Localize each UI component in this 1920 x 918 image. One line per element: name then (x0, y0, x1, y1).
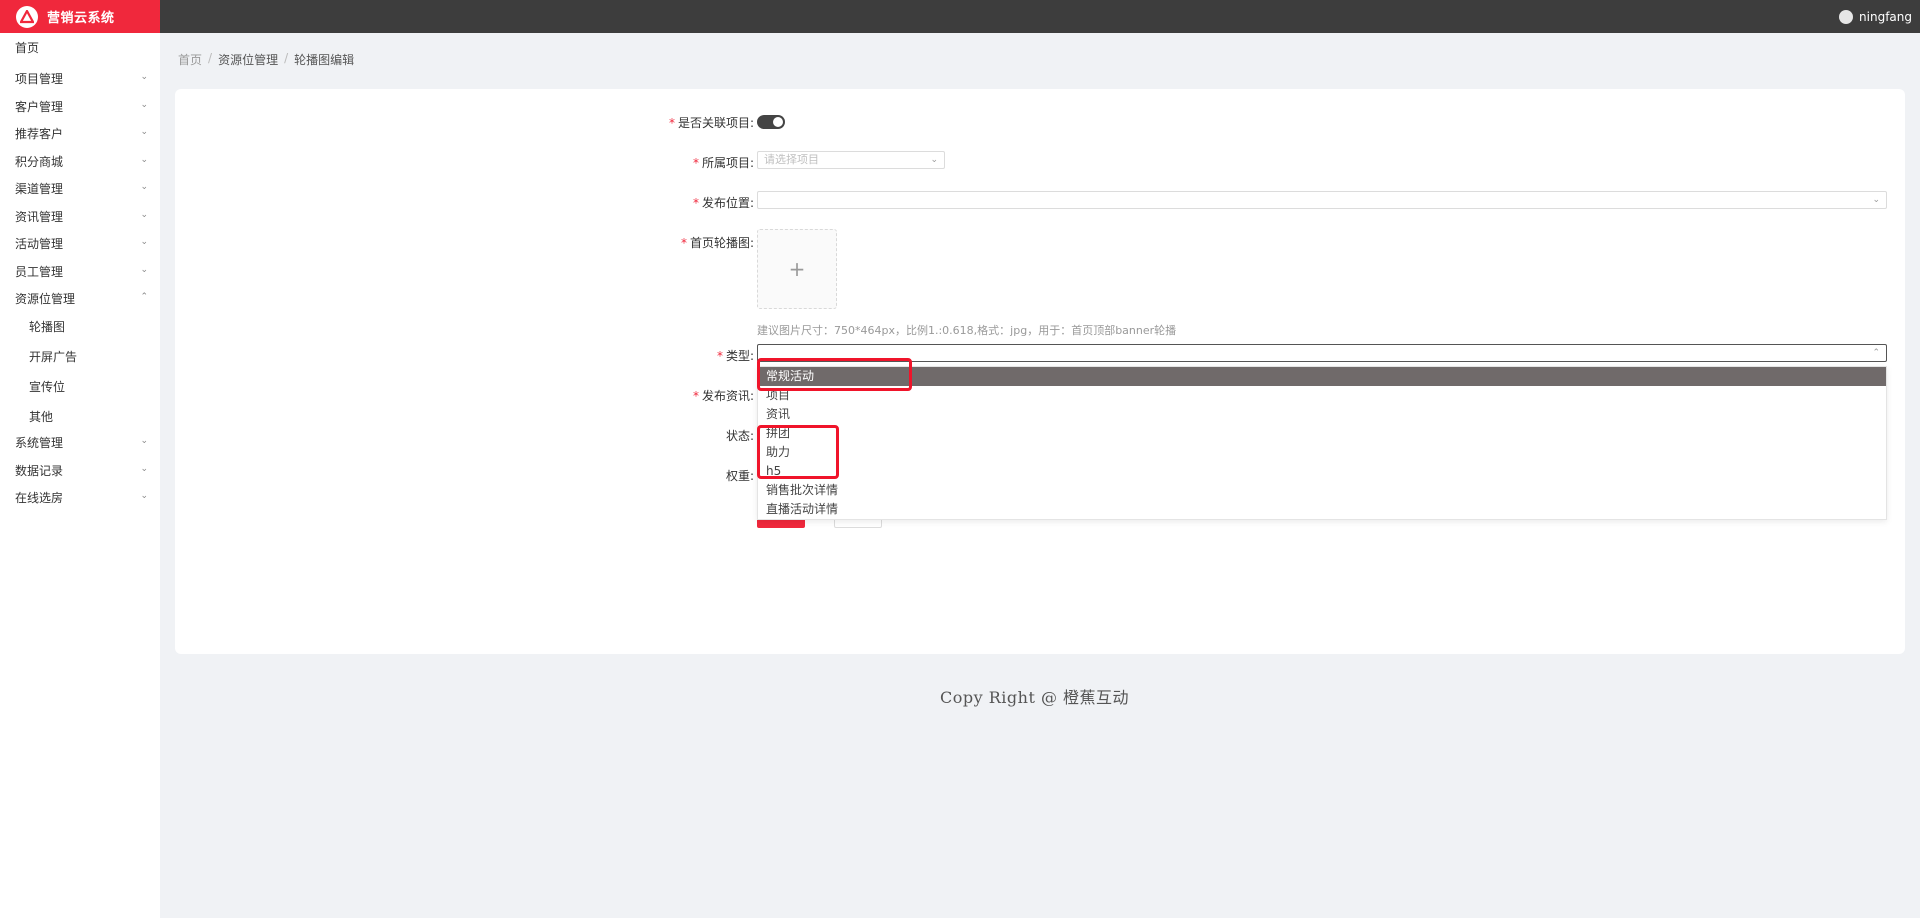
chevron-down-icon: ⌄ (140, 127, 148, 137)
project-label: * 所属项目: (692, 156, 754, 170)
type-option[interactable]: 项目 (758, 386, 1886, 405)
sidebar-subitem-splash-ad[interactable]: 开屏广告 (0, 344, 160, 368)
sidebar-item-label: 渠道管理 (15, 181, 64, 196)
type-option[interactable]: 资讯 (758, 405, 1886, 424)
sidebar-item-resource[interactable]: 资源位管理 ⌃ (0, 286, 160, 310)
project-select-placeholder: 请选择项目 (764, 153, 819, 166)
banner-upload[interactable]: + (757, 229, 837, 309)
sidebar-item-activity[interactable]: 活动管理 ⌄ (0, 231, 160, 255)
sidebar-item-label: 其他 (29, 409, 54, 424)
top-header: 营销云系统 ningfang (0, 0, 1920, 33)
footer-copyright: Copy Right @ 橙蕉互动 (940, 688, 1130, 707)
banner-label: * 首页轮播图: (680, 236, 754, 250)
chevron-down-icon: ⌄ (140, 237, 148, 247)
brand[interactable]: 营销云系统 (0, 0, 160, 33)
sidebar-item-label: 开屏广告 (29, 349, 78, 364)
type-select[interactable]: ⌃ (757, 344, 1887, 362)
news-label: * 发布资讯: (692, 389, 754, 403)
sidebar-item-label: 首页 (15, 40, 40, 55)
user-menu[interactable]: ningfang (1839, 0, 1912, 33)
sidebar-item-news[interactable]: 资讯管理 ⌄ (0, 204, 160, 228)
sidebar-item-data-records[interactable]: 数据记录 ⌄ (0, 458, 160, 482)
sidebar-item-label: 在线选房 (15, 490, 64, 505)
annotation-box (757, 358, 912, 391)
sidebar-item-label: 数据记录 (15, 463, 64, 478)
type-label: * 类型: (716, 349, 754, 363)
type-option[interactable]: h5 (758, 462, 1886, 481)
sidebar-item-label: 活动管理 (15, 236, 64, 251)
chevron-down-icon: ⌄ (140, 182, 148, 192)
chevron-up-icon: ⌃ (1872, 348, 1880, 358)
sidebar-item-label: 客户管理 (15, 99, 64, 114)
position-select[interactable]: ⌄ (757, 191, 1887, 209)
sidebar-item-label: 系统管理 (15, 435, 64, 450)
position-label: * 发布位置: (692, 196, 754, 210)
sidebar-subitem-other[interactable]: 其他 (0, 404, 160, 428)
avatar (1839, 9, 1854, 24)
chevron-down-icon: ⌄ (140, 210, 148, 220)
breadcrumb-separator: / (208, 51, 213, 65)
sidebar-subitem-promo[interactable]: 宣传位 (0, 374, 160, 398)
chevron-down-icon: ⌄ (140, 265, 148, 275)
chevron-down-icon: ⌄ (140, 436, 148, 446)
sidebar-item-points-mall[interactable]: 积分商城 ⌄ (0, 149, 160, 173)
sidebar-item-staff[interactable]: 员工管理 ⌄ (0, 259, 160, 283)
annotation-box (757, 425, 839, 479)
sidebar-item-label: 轮播图 (29, 319, 66, 334)
project-select[interactable]: 请选择项目 ⌄ (757, 151, 945, 169)
sidebar-item-referral[interactable]: 推荐客户 ⌄ (0, 121, 160, 145)
breadcrumb-section[interactable]: 资源位管理 (218, 51, 278, 68)
plus-icon: + (788, 257, 806, 281)
logo-icon (16, 5, 38, 28)
status-label: 状态: (725, 429, 754, 443)
type-option[interactable]: 直播活动详情 (758, 500, 1886, 519)
breadcrumb-separator: / (284, 51, 289, 65)
username: ningfang (1859, 9, 1912, 24)
sidebar-item-channel[interactable]: 渠道管理 ⌄ (0, 176, 160, 200)
sidebar-item-label: 积分商城 (15, 154, 64, 169)
sidebar-subitem-banner[interactable]: 轮播图 (0, 314, 160, 338)
sidebar-item-system[interactable]: 系统管理 ⌄ (0, 430, 160, 454)
sidebar-item-label: 宣传位 (29, 379, 66, 394)
sidebar-item-home[interactable]: 首页 (0, 35, 160, 59)
chevron-down-icon: ⌄ (930, 155, 938, 165)
sidebar-item-label: 资讯管理 (15, 209, 64, 224)
sidebar-item-customer[interactable]: 客户管理 ⌄ (0, 94, 160, 118)
chevron-down-icon: ⌄ (140, 464, 148, 474)
type-dropdown: 常规活动 项目 资讯 拼团 助力 h5 销售批次详情 直播活动详情 (757, 366, 1887, 520)
sidebar: 首页 项目管理 ⌄ 客户管理 ⌄ 推荐客户 ⌄ 积分商城 ⌄ 渠道管理 ⌄ 资讯管理 ⌄ 活… (0, 33, 160, 918)
weight-label: 权重: (725, 469, 754, 483)
sidebar-item-label: 资源位管理 (15, 291, 76, 306)
link-project-switch[interactable] (757, 115, 785, 129)
sidebar-item-label: 推荐客户 (15, 126, 64, 141)
type-option[interactable]: 常规活动 (758, 367, 1886, 386)
chevron-down-icon: ⌄ (140, 72, 148, 82)
breadcrumb-current: 轮播图编辑 (294, 53, 355, 67)
chevron-down-icon: ⌄ (1872, 195, 1880, 205)
sidebar-item-project[interactable]: 项目管理 ⌄ (0, 66, 160, 90)
breadcrumb: 首页 / 资源位管理 / 轮播图编辑 (178, 51, 354, 68)
upload-hint: 建议图片尺寸：750*464px，比例1.:0.618,格式：jpg，用于：首页… (757, 324, 1177, 337)
chevron-down-icon: ⌄ (140, 491, 148, 501)
type-option[interactable]: 销售批次详情 (758, 481, 1886, 500)
chevron-up-icon: ⌃ (140, 292, 148, 302)
sidebar-item-label: 员工管理 (15, 264, 64, 279)
type-option[interactable]: 拼团 (758, 424, 1886, 443)
app-title: 营销云系统 (47, 11, 115, 26)
type-option[interactable]: 助力 (758, 443, 1886, 462)
chevron-down-icon: ⌄ (140, 100, 148, 110)
sidebar-item-online-room[interactable]: 在线选房 ⌄ (0, 485, 160, 509)
sidebar-item-label: 项目管理 (15, 71, 64, 86)
chevron-down-icon: ⌄ (140, 155, 148, 165)
link-project-label: * 是否关联项目: (668, 116, 754, 130)
breadcrumb-home[interactable]: 首页 (178, 51, 202, 68)
